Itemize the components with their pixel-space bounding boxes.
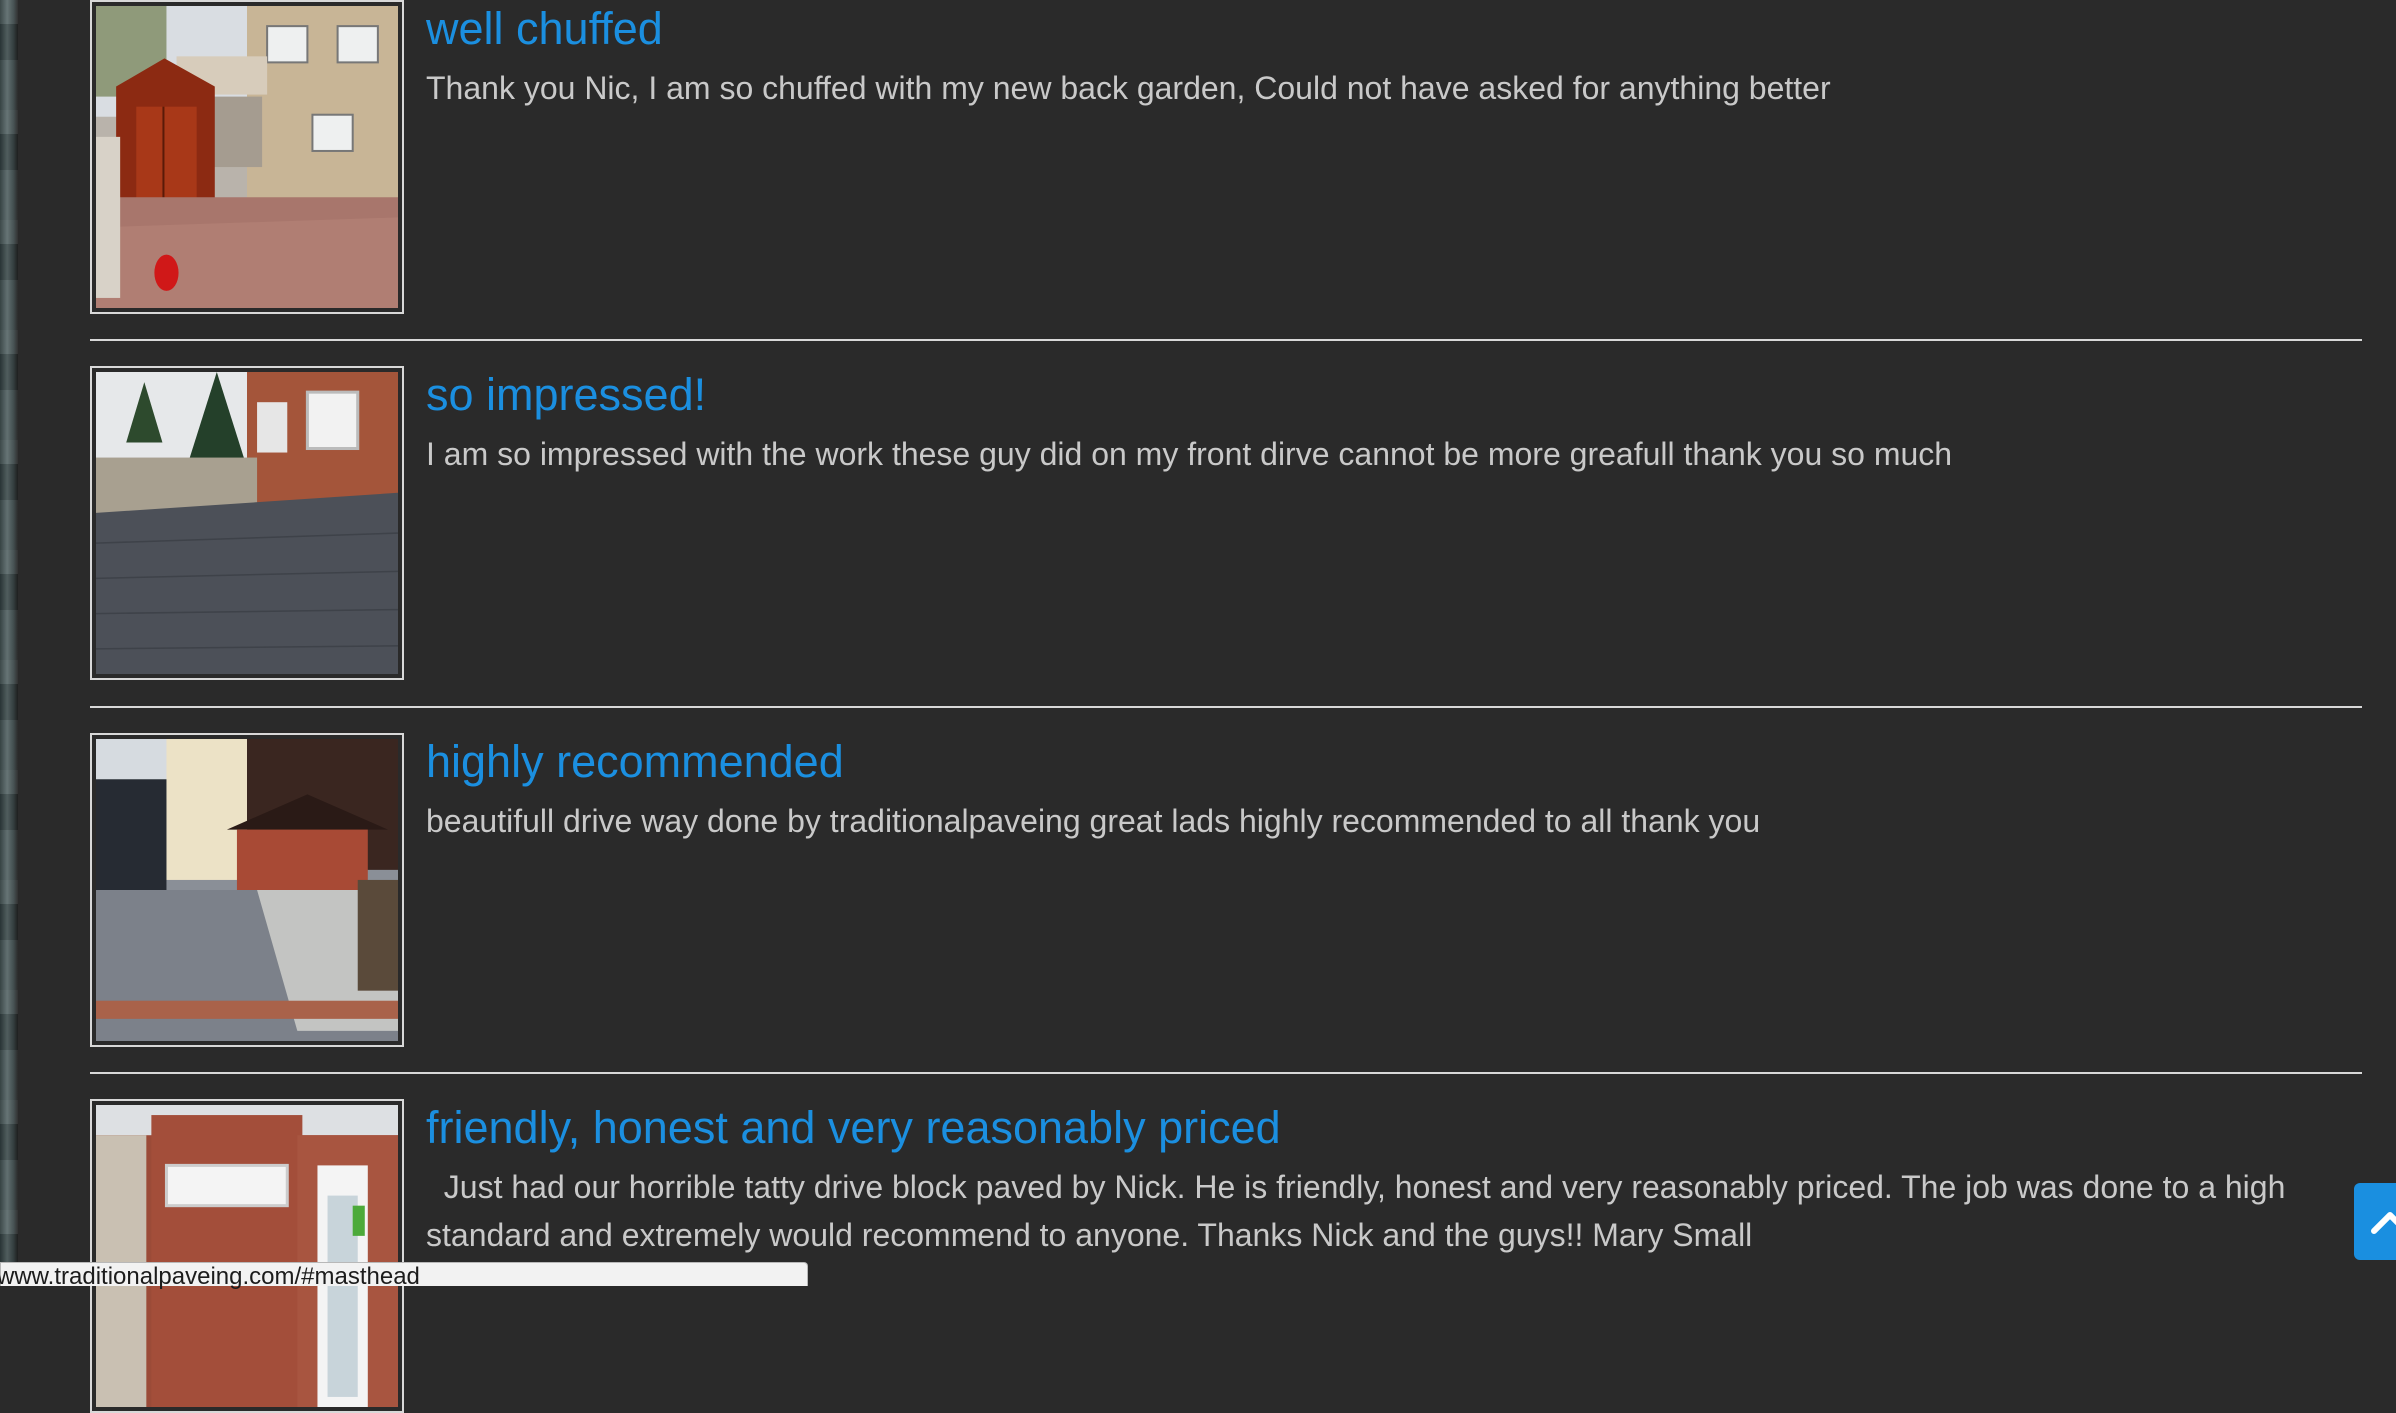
browser-status-bar: www.traditionalpaveing.com/#masthead — [0, 1262, 808, 1290]
review-title[interactable]: friendly, honest and very reasonably pri… — [426, 1101, 1281, 1155]
back-garden-photo — [96, 6, 398, 308]
review-thumbnail[interactable] — [90, 366, 404, 680]
background-edge-image — [0, 0, 18, 1286]
review-thumbnail[interactable] — [90, 1099, 404, 1413]
review-text: beautifull drive way done by traditional… — [426, 803, 1761, 839]
driveway-photo — [96, 739, 398, 1041]
review-divider — [90, 706, 2362, 708]
front-drive-photo — [96, 372, 398, 674]
review-title[interactable]: well chuffed — [426, 2, 663, 56]
review-text: Thank you Nic, I am so chuffed with my n… — [426, 70, 1831, 106]
review-divider — [90, 1072, 2362, 1074]
review-thumbnail[interactable] — [90, 0, 404, 314]
review-text: Just had our horrible tatty drive block … — [426, 1169, 2295, 1253]
review-text: I am so impressed with the work these gu… — [426, 436, 1953, 472]
house-front-photo — [96, 1105, 398, 1407]
review-thumbnail[interactable] — [90, 733, 404, 1047]
review-title[interactable]: highly recommended — [426, 735, 844, 789]
review-title[interactable]: so impressed! — [426, 368, 706, 422]
status-url: www.traditionalpaveing.com/#masthead — [0, 1263, 420, 1290]
back-to-top-button[interactable] — [2354, 1183, 2396, 1260]
chevron-up-icon — [2371, 1212, 2396, 1234]
review-divider — [90, 339, 2362, 341]
